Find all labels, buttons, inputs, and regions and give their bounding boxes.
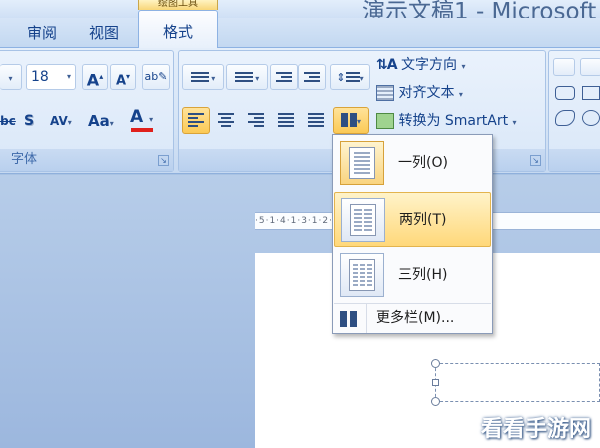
increase-indent-button[interactable] [298,64,326,90]
smartart-icon [376,113,394,129]
align-left-button[interactable] [182,107,210,134]
text-direction-label: 文字方向 [401,57,458,73]
rect-icon[interactable] [582,86,600,100]
tab-format[interactable]: 格式 [138,10,218,49]
more-columns-icon [340,311,358,327]
line-spacing-button[interactable]: ⇕ ▾ [330,64,370,90]
menu-item-three-columns[interactable]: 三列(H) [334,248,491,303]
drawing-group-label [549,149,600,171]
line-spacing-icon: ⇕ [336,71,346,84]
columns-button[interactable]: ▾ [333,107,369,134]
menu-label-two-columns: 两列(T) [399,212,447,228]
clear-format-icon[interactable]: ab✎ [142,64,170,90]
tab-view[interactable]: 视图 [80,22,128,48]
one-column-icon [340,141,384,185]
distributed-icon [308,111,324,129]
font-dialog-launcher[interactable]: ↘ [158,155,169,166]
watermark: 看看手游网 [480,417,591,442]
tab-review[interactable]: 审阅 [18,22,66,48]
text-direction-button[interactable]: ⇅A 文字方向 ▾ [376,52,466,78]
align-text-label: 对齐文本 [398,85,455,101]
align-text-icon [376,85,394,101]
resize-handle-left[interactable] [432,379,439,386]
text-shadow-button[interactable]: S [24,108,42,134]
decrease-indent-button[interactable] [270,64,298,90]
rounded-rect-icon[interactable] [555,86,575,100]
menu-divider [366,303,367,333]
oval-shape-icon[interactable] [582,110,600,126]
font-group-label: 字体 [0,149,173,171]
change-case-button[interactable]: Aa▾ [88,108,126,134]
columns-dropdown-menu: 一列(O) 两列(T) 三列(H) 更多栏(M)... [332,134,493,334]
menu-item-more-columns[interactable]: 更多栏(M)... [334,303,491,333]
chevron-down-icon: ▾ [66,72,71,81]
menu-item-two-columns[interactable]: 两列(T) [334,192,491,247]
text-box-placeholder[interactable] [435,363,600,402]
resize-handle-top-left[interactable] [431,359,440,368]
menu-label-more-columns: 更多栏(M)... [376,310,455,326]
paragraph-dialog-launcher[interactable]: ↘ [530,155,541,166]
align-text-button[interactable]: 对齐文本 ▾ [376,80,463,106]
numbering-icon [234,70,253,84]
align-center-icon [218,111,234,129]
columns-icon [340,113,357,127]
menu-label-three-columns: 三列(H) [398,267,448,283]
textbox-shape-icon[interactable] [553,58,575,76]
justify-icon [278,111,294,129]
font-color-button[interactable]: A ▾ [130,104,170,132]
menu-label-one-column: 一列(O) [398,155,448,171]
textbox-shape-icon-2[interactable] [580,58,600,76]
font-size-value: 18 [31,69,49,85]
font-size-input[interactable]: 18 ▾ [26,64,76,90]
character-spacing-button[interactable]: AV▾ [50,108,80,134]
shrink-font-button[interactable]: A▾ [110,64,136,90]
align-right-icon [248,111,264,129]
align-left-icon [188,111,204,129]
strikethrough-button[interactable]: abc [0,108,16,134]
three-columns-icon [340,253,384,297]
distributed-button[interactable] [302,107,330,133]
convert-smartart-label: 转换为 SmartArt [398,113,509,129]
increase-indent-icon [304,70,320,84]
font-color-swatch [131,128,153,132]
two-columns-icon [341,198,385,242]
decrease-indent-icon [276,70,292,84]
grow-font-button[interactable]: A▴ [82,64,108,90]
text-direction-icon: ⇅A [376,57,398,73]
bullets-icon [190,70,209,84]
justify-button[interactable] [272,107,300,133]
font-name-dropdown-tail[interactable]: ▾ [0,64,22,90]
context-tool-group-label: 绘图工具 [138,0,218,10]
convert-smartart-button[interactable]: 转换为 SmartArt ▾ [376,108,517,134]
resize-handle-bottom-left[interactable] [431,397,440,406]
bullets-button[interactable]: ▾ [182,64,224,90]
align-center-button[interactable] [212,107,240,133]
align-right-button[interactable] [242,107,270,133]
menu-item-one-column[interactable]: 一列(O) [334,136,491,191]
numbering-button[interactable]: ▾ [226,64,268,90]
